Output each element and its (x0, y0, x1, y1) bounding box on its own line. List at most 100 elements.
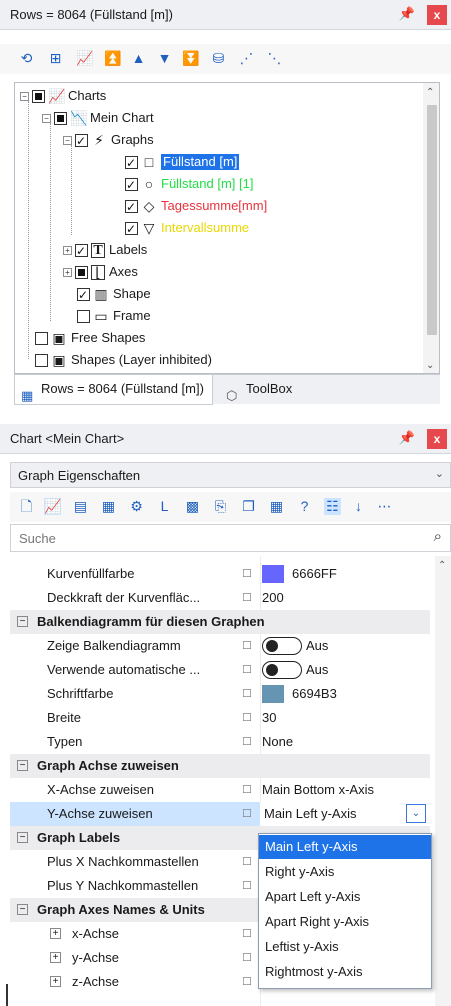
label-icon[interactable]: L (156, 498, 173, 515)
new-icon[interactable]: 🗋 (18, 498, 35, 515)
scroll-thumb[interactable] (427, 105, 437, 335)
dropdown-option-right[interactable]: Right y-Axis (259, 860, 431, 884)
property-value[interactable]: Aus (262, 658, 328, 682)
property-value[interactable]: 30 (262, 706, 276, 730)
object-selector[interactable]: Graph Eigenschaften ⌄ (10, 462, 451, 488)
property-row[interactable]: Typen ☐ None (10, 730, 430, 754)
property-row[interactable]: Zeige Balkendiagramm ☐ Aus (10, 634, 430, 658)
collapse-icon[interactable]: − (17, 904, 28, 915)
checkbox[interactable] (54, 111, 67, 125)
data-icon[interactable]: ▤ (72, 498, 89, 515)
alphabetical-icon[interactable]: ↓ (350, 498, 367, 515)
tree-node-graph-fuellstand-1[interactable]: ○ Füllstand [m] [1] (125, 173, 253, 196)
property-row[interactable]: Verwende automatische ... ☐ Aus (10, 658, 430, 682)
property-row-selected[interactable]: Y-Achse zuweisen ☐ Main Left y-Axis ⌄ (10, 802, 432, 826)
checkbox[interactable] (125, 174, 138, 196)
property-row[interactable]: X-Achse zuweisen ☐ Main Bottom x-Axis (10, 778, 430, 802)
property-value[interactable]: 6666FF (262, 562, 337, 586)
tree-node-axes[interactable]: + ⌊ Axes (63, 261, 138, 283)
property-row[interactable]: Schriftfarbe ☐ 6694B3 (10, 682, 430, 706)
expand-icon[interactable]: + (63, 267, 72, 277)
property-value[interactable]: 6694B3 (262, 682, 337, 706)
tree-node-graph-fuellstand[interactable]: □ Füllstand [m] (125, 151, 240, 174)
checkbox[interactable] (32, 89, 45, 103)
dropdown-option-apart-left[interactable]: Apart Left y-Axis (259, 885, 431, 909)
dropdown-option-main-left[interactable]: Main Left y-Axis (259, 835, 431, 859)
search-icon[interactable]: ⌕ (434, 528, 442, 545)
checkbox[interactable] (75, 240, 88, 262)
property-row[interactable]: Breite ☐ 30 (10, 706, 430, 730)
checkbox[interactable] (77, 284, 90, 306)
checkbox[interactable] (125, 218, 138, 240)
last-icon[interactable]: ⏬ (182, 50, 199, 67)
expand-icon[interactable]: + (63, 245, 72, 255)
category-row[interactable]: − Balkendiagramm für diesen Graphen (10, 610, 430, 634)
property-row[interactable]: Deckkraft der Kurvenfläc... ☐ 200 (10, 586, 430, 610)
tree-node-free-shapes[interactable]: ▣ Free Shapes (35, 327, 145, 349)
expand-icon[interactable]: + (50, 952, 61, 963)
category-row[interactable]: − Graph Achse zuweisen (10, 754, 430, 778)
more-icon[interactable]: ⋯ (376, 498, 393, 515)
tab-rows[interactable]: ▦ Rows = 8064 (Füllstand [m]) (14, 375, 213, 405)
checkbox[interactable] (125, 196, 138, 218)
tab-toolbox[interactable]: ⬡ ToolBox (220, 375, 300, 405)
chevron-down-icon[interactable]: ⌄ (406, 804, 426, 823)
expand-icon[interactable]: + (50, 928, 61, 939)
filter-icon[interactable]: ⛁ (210, 50, 227, 67)
scroll-up-icon[interactable]: ⌃ (426, 87, 434, 98)
property-value[interactable]: 200 (262, 586, 284, 610)
collapse-icon[interactable]: − (42, 113, 51, 123)
toggle-switch[interactable] (262, 637, 302, 655)
dropdown-option-rightmost[interactable]: Rightmost y-Axis (259, 960, 431, 984)
checkbox[interactable] (35, 331, 48, 345)
settings-icon[interactable]: ⚙ (128, 498, 145, 515)
property-value[interactable]: Main Bottom x-Axis (262, 778, 374, 802)
checkbox[interactable] (77, 309, 90, 323)
toggle-switch[interactable] (262, 661, 302, 679)
scroll-up-icon[interactable]: ⌃ (438, 560, 446, 571)
checkbox[interactable] (125, 152, 138, 174)
first-icon[interactable]: ⏫ (104, 50, 121, 67)
ungroup-icon[interactable]: ⋱ (266, 50, 283, 67)
zoom-reset-icon[interactable]: ⟲ (18, 50, 35, 67)
expand-icon[interactable]: + (50, 976, 61, 987)
tree-node-frame[interactable]: ▭ Frame (77, 305, 151, 327)
property-value[interactable]: Aus (262, 634, 328, 658)
tree-node-shapes-layer-inhibited[interactable]: ▣ Shapes (Layer inhibited) (35, 349, 212, 371)
tree-node-graph-intervallsumme[interactable]: ▽ Intervallsumme (125, 217, 249, 240)
property-row[interactable]: Kurvenfüllfarbe ☐ 6666FF (10, 562, 430, 586)
categorized-icon[interactable]: ☷ (324, 498, 341, 515)
prev-icon[interactable]: ▲ (130, 50, 147, 67)
property-value[interactable]: None (262, 730, 293, 754)
tree-node-charts[interactable]: − 📈 Charts (20, 85, 106, 107)
dropdown-option-leftist[interactable]: Leftist y-Axis (259, 935, 431, 959)
help-icon[interactable]: ? (296, 498, 313, 515)
property-search[interactable]: Suche ⌕ (10, 524, 451, 552)
chart-props-icon[interactable]: 📈 (44, 498, 61, 515)
tree-node-shape[interactable]: ▥ Shape (77, 283, 151, 306)
copy-icon[interactable]: ❐ (240, 498, 257, 515)
dropdown-option-apart-right[interactable]: Apart Right y-Axis (259, 910, 431, 934)
export-icon[interactable]: ⎘ (212, 498, 229, 515)
color-icon[interactable]: ▩ (184, 498, 201, 515)
pin-icon[interactable]: 📌 (399, 430, 415, 446)
collapse-icon[interactable]: − (17, 832, 28, 843)
collapse-icon[interactable]: − (20, 91, 29, 101)
grid-icon[interactable]: ▦ (268, 498, 285, 515)
collapse-icon[interactable]: − (17, 616, 28, 627)
table-icon[interactable]: ▦ (100, 498, 117, 515)
collapse-icon[interactable]: − (63, 135, 72, 145)
tree-scrollbar[interactable]: ⌃ ⌄ (423, 83, 439, 373)
tree-node-mein-chart[interactable]: − 📉 Mein Chart (42, 107, 154, 129)
next-icon[interactable]: ▼ (156, 50, 173, 67)
tree-node-labels[interactable]: + T Labels (63, 239, 147, 262)
checkbox[interactable] (75, 130, 88, 152)
close-button[interactable]: x (427, 5, 447, 25)
tree-node-graph-tagessumme[interactable]: ◇ Tagessumme[mm] (125, 195, 267, 218)
tree-node-graphs[interactable]: − ⚡ Graphs (63, 129, 154, 152)
property-scrollbar[interactable]: ⌃ (435, 556, 451, 1006)
fit-icon[interactable]: ⊞ (47, 50, 64, 67)
collapse-icon[interactable]: − (17, 760, 28, 771)
scroll-down-icon[interactable]: ⌄ (426, 360, 434, 371)
checkbox[interactable] (75, 265, 88, 279)
